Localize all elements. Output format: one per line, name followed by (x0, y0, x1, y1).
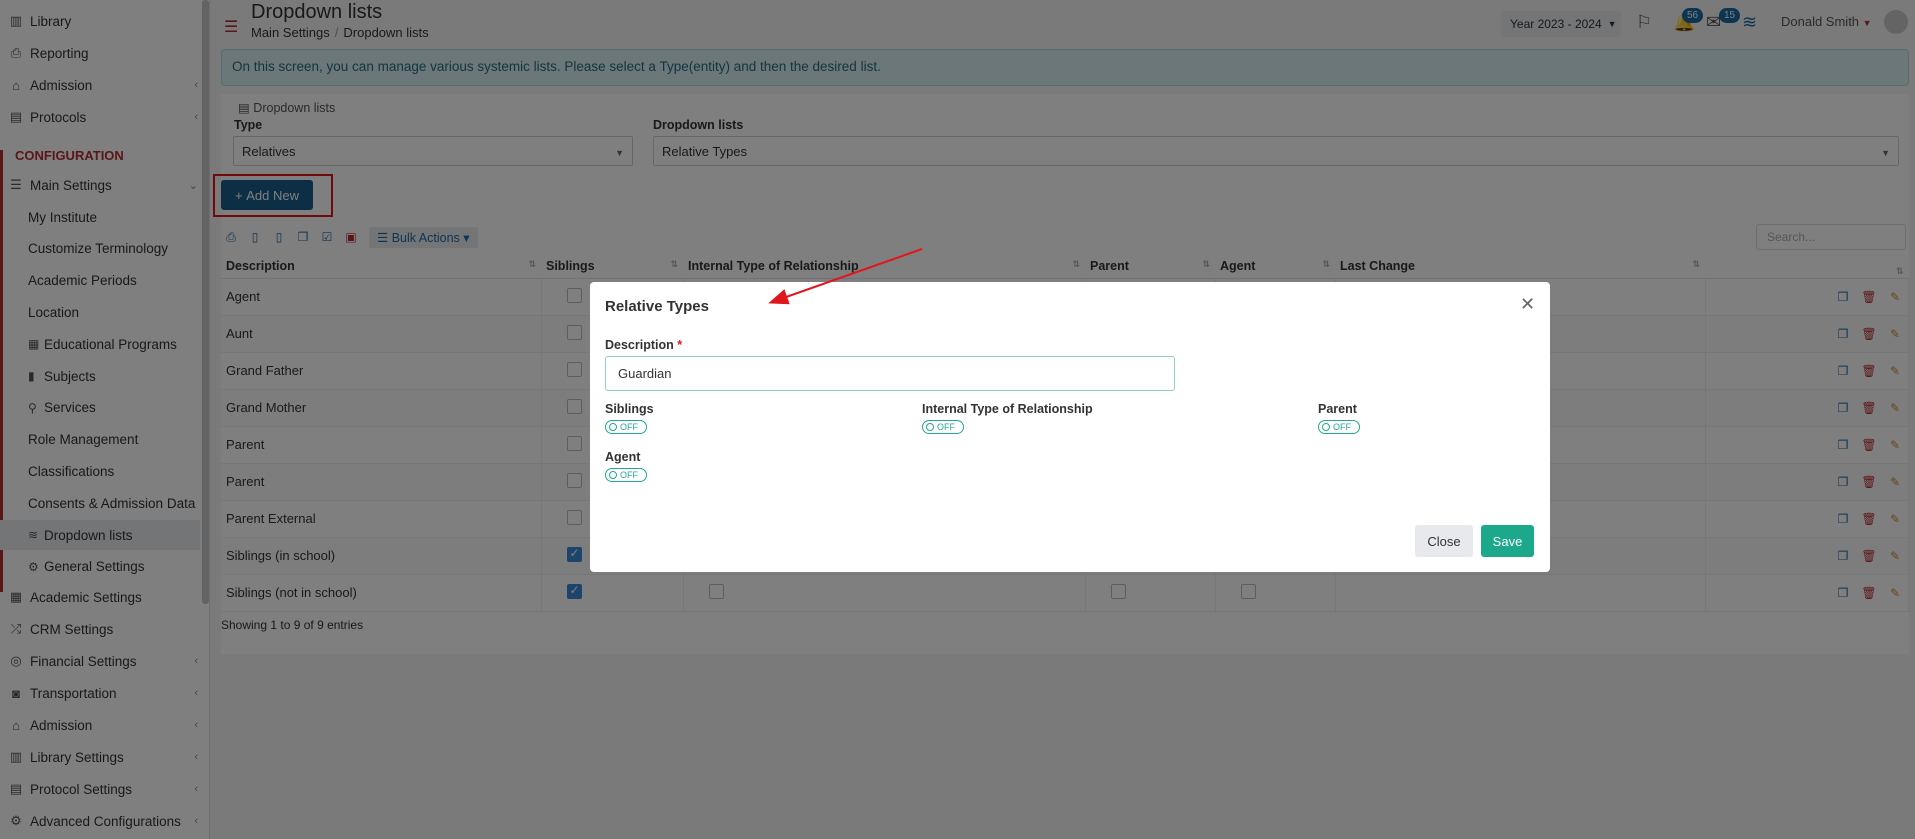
parent-toggle[interactable]: OFF (1318, 420, 1360, 434)
internal-type-toggle[interactable]: OFF (922, 420, 964, 434)
agent-label: Agent (605, 450, 641, 464)
siblings-toggle[interactable]: OFF (605, 420, 647, 434)
internal-type-label: Internal Type of Relationship (922, 402, 1093, 416)
description-input[interactable] (605, 356, 1175, 391)
close-button[interactable]: Close (1415, 525, 1473, 557)
parent-label: Parent (1318, 402, 1357, 416)
close-icon[interactable]: ✕ (1520, 294, 1535, 315)
relative-types-modal: Relative Types ✕ Description * Siblings … (590, 282, 1550, 572)
agent-toggle[interactable]: OFF (605, 468, 647, 482)
save-button[interactable]: Save (1481, 525, 1534, 557)
description-label: Description * (605, 338, 683, 352)
modal-title: Relative Types (605, 298, 709, 315)
siblings-label: Siblings (605, 402, 654, 416)
